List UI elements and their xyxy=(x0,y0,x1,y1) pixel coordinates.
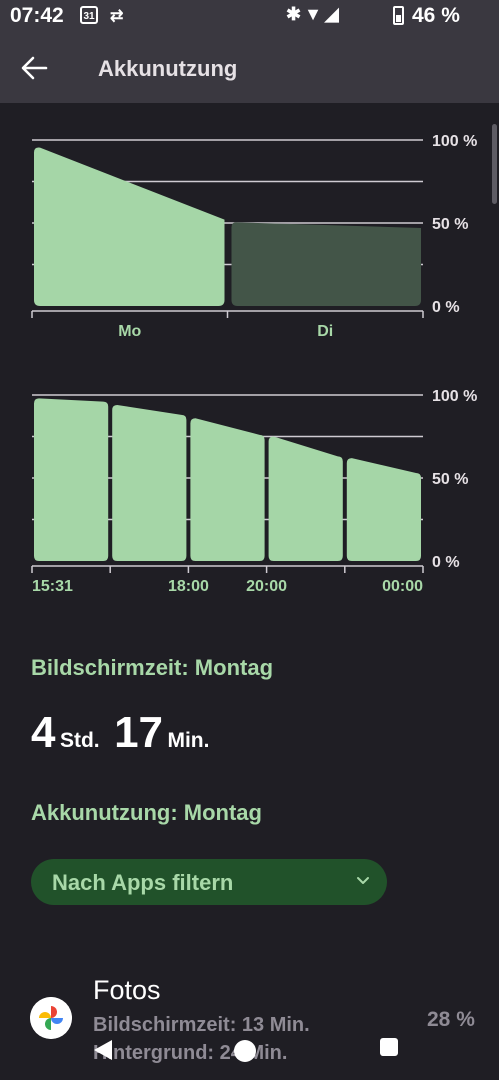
x-tick-label: 15:31 xyxy=(32,578,73,593)
y-tick-label: 0 % xyxy=(432,554,460,571)
nav-home-icon[interactable] xyxy=(234,1040,256,1062)
navigation-bar xyxy=(0,1018,499,1080)
battery-icon xyxy=(393,6,404,25)
bluetooth-icon: ✱ xyxy=(286,4,305,24)
signal-icon: ◢ xyxy=(324,4,342,24)
battery-area-mo xyxy=(34,147,225,306)
battery-bar xyxy=(346,458,421,561)
filter-by-apps-button[interactable]: Nach Apps filtern xyxy=(31,859,387,905)
screen-time-minutes: 17 xyxy=(114,708,164,757)
y-tick-label: 100 % xyxy=(432,133,477,150)
filter-button-label: Nach Apps filtern xyxy=(52,870,234,895)
screen-time-value: 4 Std. 17 Min. xyxy=(31,708,219,758)
status-bar: 07:42 31 ⇄ ✱▼◢ 46 % xyxy=(0,0,499,32)
battery-bar xyxy=(34,398,109,561)
battery-bar xyxy=(190,418,265,561)
status-time: 07:42 xyxy=(10,4,64,27)
screen-time-hours-unit: Std. xyxy=(59,729,100,752)
page-title: Akkunutzung xyxy=(98,56,238,81)
calendar-icon: 31 xyxy=(80,6,98,24)
screen-time-label: Bildschirmzeit: Montag xyxy=(31,655,274,680)
battery-level-chart-hourly[interactable]: 100 % 50 % 0 % 15:31 18:00 20:00 00:00 xyxy=(0,383,499,593)
battery-level-chart-daily[interactable]: 100 % 50 % 0 % Mo Di xyxy=(0,128,499,338)
battery-bar xyxy=(268,436,343,561)
nav-back-icon[interactable] xyxy=(92,1038,114,1062)
wifi-icon: ▼ xyxy=(304,4,325,24)
arrow-left-icon[interactable] xyxy=(18,52,54,84)
x-tick-label: 20:00 xyxy=(246,578,287,593)
battery-usage-label: Akkunutzung: Montag xyxy=(31,800,262,825)
chevron-down-icon xyxy=(357,877,369,884)
battery-bar xyxy=(112,404,187,561)
x-tick-label: 00:00 xyxy=(382,578,423,593)
app-bar: Akkunutzung xyxy=(0,32,499,103)
y-tick-label: 50 % xyxy=(432,471,468,488)
y-tick-label: 100 % xyxy=(432,388,477,405)
battery-percent: 46 % xyxy=(412,4,460,27)
screen-time-hours: 4 xyxy=(31,708,56,757)
nav-recents-icon[interactable] xyxy=(380,1038,398,1056)
screen-time-minutes-unit: Min. xyxy=(167,729,210,752)
battery-area-di xyxy=(231,222,421,306)
sync-off-icon: ⇄ xyxy=(110,8,124,25)
y-tick-label: 0 % xyxy=(432,299,460,316)
x-tick-label: Mo xyxy=(118,323,141,338)
x-tick-label: Di xyxy=(317,323,333,338)
y-tick-label: 50 % xyxy=(432,216,468,233)
x-tick-label: 18:00 xyxy=(168,578,209,593)
connectivity-icons: ✱▼◢ xyxy=(286,4,342,25)
app-name: Fotos xyxy=(93,975,161,1005)
